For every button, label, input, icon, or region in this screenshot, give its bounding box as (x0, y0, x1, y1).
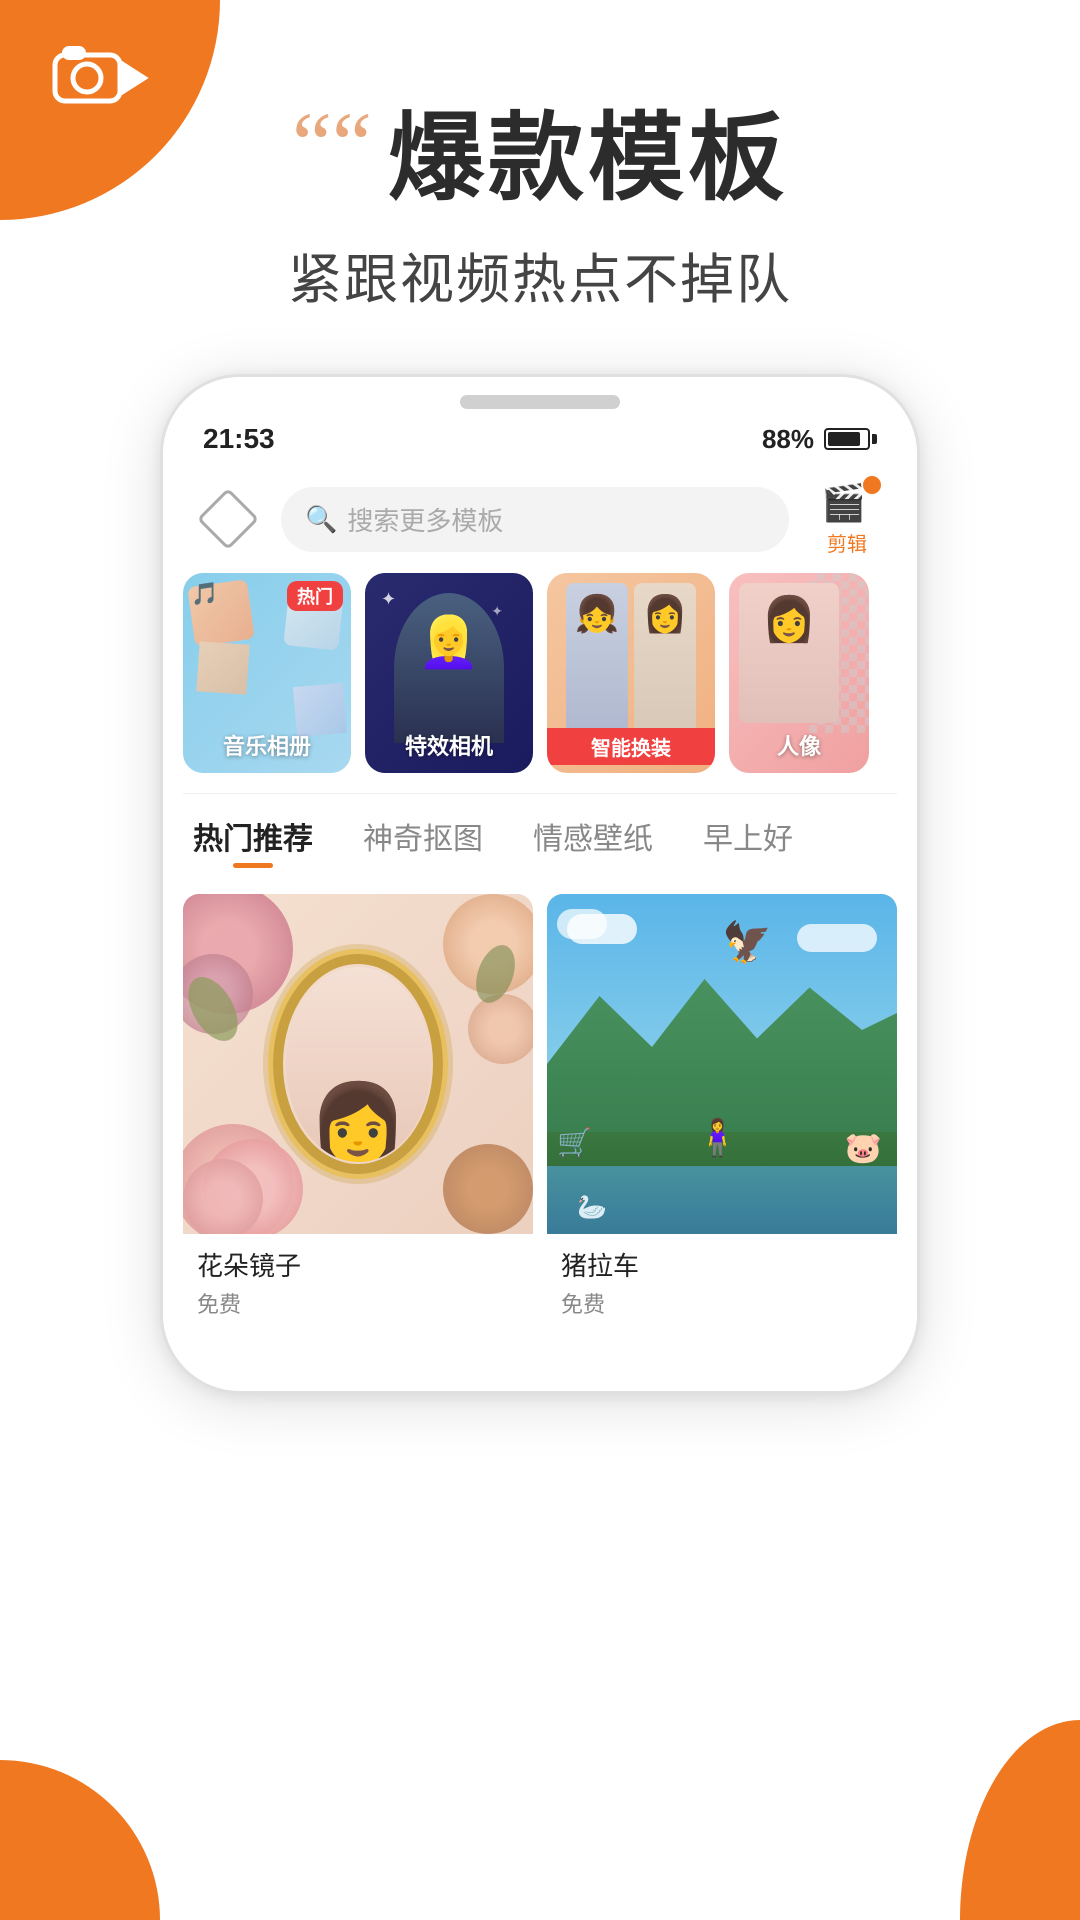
tab-hot[interactable]: 热门推荐 (193, 814, 313, 868)
category-portrait[interactable]: 👩 人像 (729, 573, 869, 773)
tab-magic[interactable]: 神奇抠图 (363, 814, 483, 868)
top-bar: 🔍 搜索更多模板 🎬 剪辑 (163, 465, 917, 573)
status-bar: 21:53 88% (163, 409, 917, 465)
phone-notch-bar (163, 377, 917, 409)
subtitle: 紧跟视频热点不掉队 (0, 235, 1080, 314)
category-music-bg: 热门 🎵 音乐相册 (183, 573, 351, 773)
corner-decoration-bottom-left (0, 1760, 160, 1920)
phone-mockup: 21:53 88% 🔍 搜索更多模板 (0, 374, 1080, 1394)
content-grid: 👩 花朵镜子 免费 (163, 878, 917, 1331)
battery-percent: 88% (762, 424, 814, 455)
card-flower-title: 花朵镜子 (197, 1246, 519, 1283)
card-pig-cart[interactable]: 🦢 🦅 🧍‍♀️ 🛒 🐷 猪拉车 免费 (547, 894, 897, 1331)
card-flower-info: 花朵镜子 免费 (183, 1234, 533, 1331)
category-music-label: 音乐相册 (183, 729, 351, 761)
card-pig-cart-image: 🦢 🦅 🧍‍♀️ 🛒 🐷 (547, 894, 897, 1234)
category-effect-bg: ✦ ✦ ✦ 👱‍♀️ 特效相机 (365, 573, 533, 773)
category-music[interactable]: 热门 🎵 音乐相册 (183, 573, 351, 773)
category-portrait-label: 人像 (729, 729, 869, 761)
edit-label: 剪辑 (827, 528, 867, 557)
edit-button[interactable]: 🎬 剪辑 (807, 479, 887, 559)
bottom-spacer (163, 1331, 917, 1391)
tab-row: 热门推荐 神奇抠图 情感壁纸 早上好 (163, 794, 917, 878)
app-logo (50, 40, 150, 115)
phone-notch (460, 395, 620, 409)
status-time: 21:53 (203, 423, 275, 455)
category-effect[interactable]: ✦ ✦ ✦ 👱‍♀️ 特效相机 (365, 573, 533, 773)
card-flower[interactable]: 👩 花朵镜子 免费 (183, 894, 533, 1331)
category-row: 热门 🎵 音乐相册 (163, 573, 917, 793)
main-title: 爆款模板 (388, 80, 788, 219)
card-flower-price: 免费 (197, 1287, 519, 1319)
header-section: ““ 爆款模板 紧跟视频热点不掉队 (0, 0, 1080, 314)
grid-col-right: 🦢 🦅 🧍‍♀️ 🛒 🐷 猪拉车 免费 (547, 894, 897, 1331)
category-dress-bg: 👧 👩 智能换装 (547, 573, 715, 773)
phone-body: 21:53 88% 🔍 搜索更多模板 (160, 374, 920, 1394)
edit-badge (863, 476, 881, 494)
card-pig-cart-info: 猪拉车 免费 (547, 1234, 897, 1331)
category-dress[interactable]: 👧 👩 智能换装 (547, 573, 715, 773)
diamond-icon (197, 488, 259, 550)
corner-decoration-bottom-right (960, 1720, 1080, 1920)
edit-icon: 🎬 (821, 482, 866, 523)
category-portrait-bg: 👩 人像 (729, 573, 869, 773)
search-bar[interactable]: 🔍 搜索更多模板 (281, 487, 789, 552)
category-dress-label: 智能换装 (547, 728, 715, 765)
hot-badge: 热门 (287, 581, 343, 611)
edit-icon-wrap: 🎬 (821, 482, 873, 526)
search-placeholder-text: 搜索更多模板 (347, 501, 503, 538)
search-icon: 🔍 (305, 504, 337, 535)
tab-morning[interactable]: 早上好 (703, 814, 793, 868)
battery-icon (824, 428, 877, 450)
quote-mark: ““ (292, 100, 372, 190)
header-title-row: ““ 爆款模板 (0, 80, 1080, 219)
category-effect-label: 特效相机 (365, 729, 533, 761)
status-right: 88% (762, 424, 877, 455)
card-flower-image: 👩 (183, 894, 533, 1234)
card-pig-cart-title: 猪拉车 (561, 1246, 883, 1283)
tab-emotion[interactable]: 情感壁纸 (533, 814, 653, 868)
grid-col-left: 👩 花朵镜子 免费 (183, 894, 533, 1331)
diamond-button[interactable] (193, 484, 263, 554)
card-pig-cart-price: 免费 (561, 1287, 883, 1319)
